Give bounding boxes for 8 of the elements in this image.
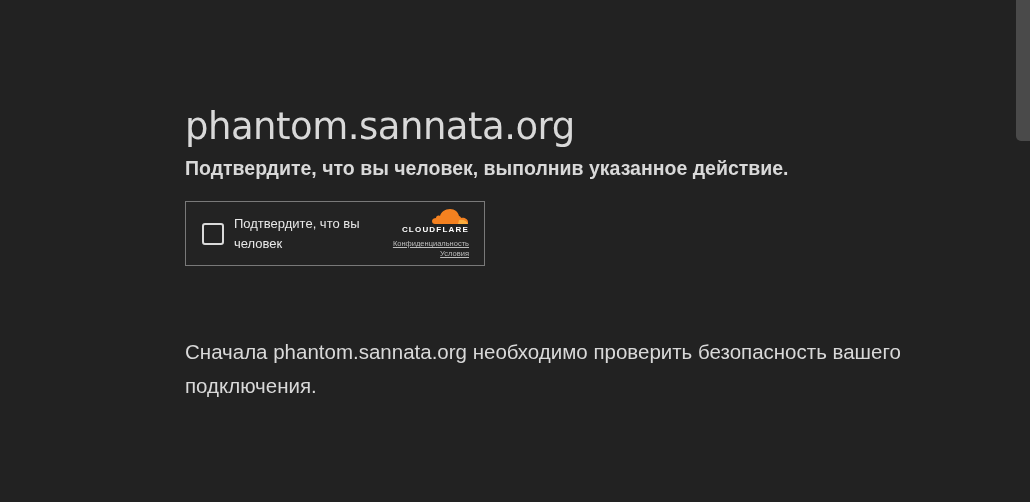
- scrollbar-thumb[interactable]: [1016, 0, 1030, 141]
- checkbox[interactable]: [202, 222, 224, 245]
- subtitle: Подтвердите, что вы человек, выполнив указанное действие.: [185, 156, 790, 181]
- message: Сначала phantom.sannata.org необходимо проверить безопасность вашего подключения.: [185, 339, 902, 399]
- site-title: phantom.sannata.org: [185, 104, 576, 150]
- checkbox-label: Подтвердите, что вы человек: [234, 214, 361, 253]
- cloud-icon: [431, 208, 469, 225]
- brand-name: CLOUDFLARE: [401, 225, 469, 234]
